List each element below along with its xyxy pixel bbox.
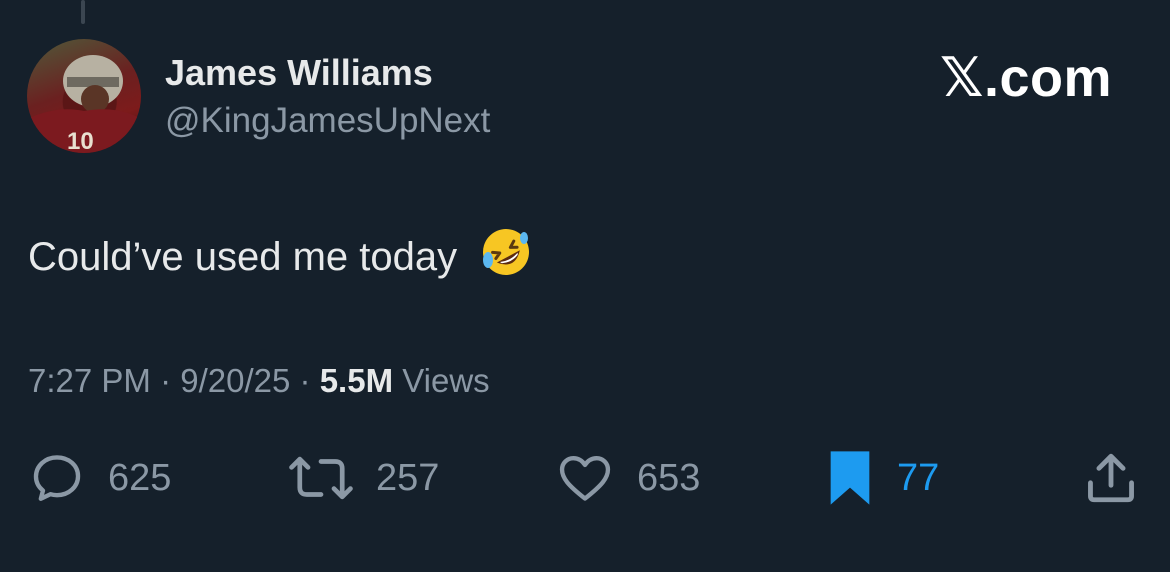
tweet-view: 10 James Williams @KingJamesUpNext 𝕏.com… [0, 0, 1170, 572]
tweet-text: Could’ve used me today [28, 226, 532, 280]
meta-separator: · [299, 362, 311, 399]
views-label[interactable]: Views [402, 362, 489, 399]
bookmark-count: 77 [897, 456, 940, 499]
like-count: 653 [637, 456, 701, 499]
tweet-date[interactable]: 9/20/25 [180, 362, 290, 399]
thread-connector-line [81, 0, 85, 24]
share-icon [1088, 453, 1134, 503]
svg-text:10: 10 [67, 128, 94, 153]
heart-icon [559, 456, 611, 501]
x-brand-logo: 𝕏.com [939, 48, 1112, 108]
repost-count: 257 [376, 456, 440, 499]
reply-button[interactable]: 625 [28, 448, 171, 508]
bookmark-button[interactable]: 77 [825, 448, 939, 508]
tweet-text-body: Could’ve used me today [28, 235, 458, 279]
bookmark-filled-icon [830, 451, 870, 505]
repost-icon [289, 456, 353, 500]
action-bar: 625 257 653 77 [0, 448, 1170, 508]
tweet-meta: 7:27 PM · 9/20/25 · 5.5M Views [28, 362, 490, 400]
views-count[interactable]: 5.5M [320, 362, 393, 399]
author-handle[interactable]: @KingJamesUpNext [165, 101, 490, 141]
repost-button[interactable]: 257 [288, 448, 439, 508]
like-button[interactable]: 653 [555, 448, 700, 508]
reply-count: 625 [108, 456, 172, 499]
rolling-on-the-floor-laughing-emoji-icon [483, 229, 530, 275]
avatar-photo-icon: 10 [27, 55, 141, 153]
reply-bubble-icon [33, 455, 81, 501]
share-button[interactable] [1082, 448, 1140, 508]
tweet-time[interactable]: 7:27 PM [28, 362, 151, 399]
author-display-name[interactable]: James Williams [165, 52, 433, 94]
meta-separator: · [160, 362, 172, 399]
avatar[interactable]: 10 [27, 39, 141, 153]
